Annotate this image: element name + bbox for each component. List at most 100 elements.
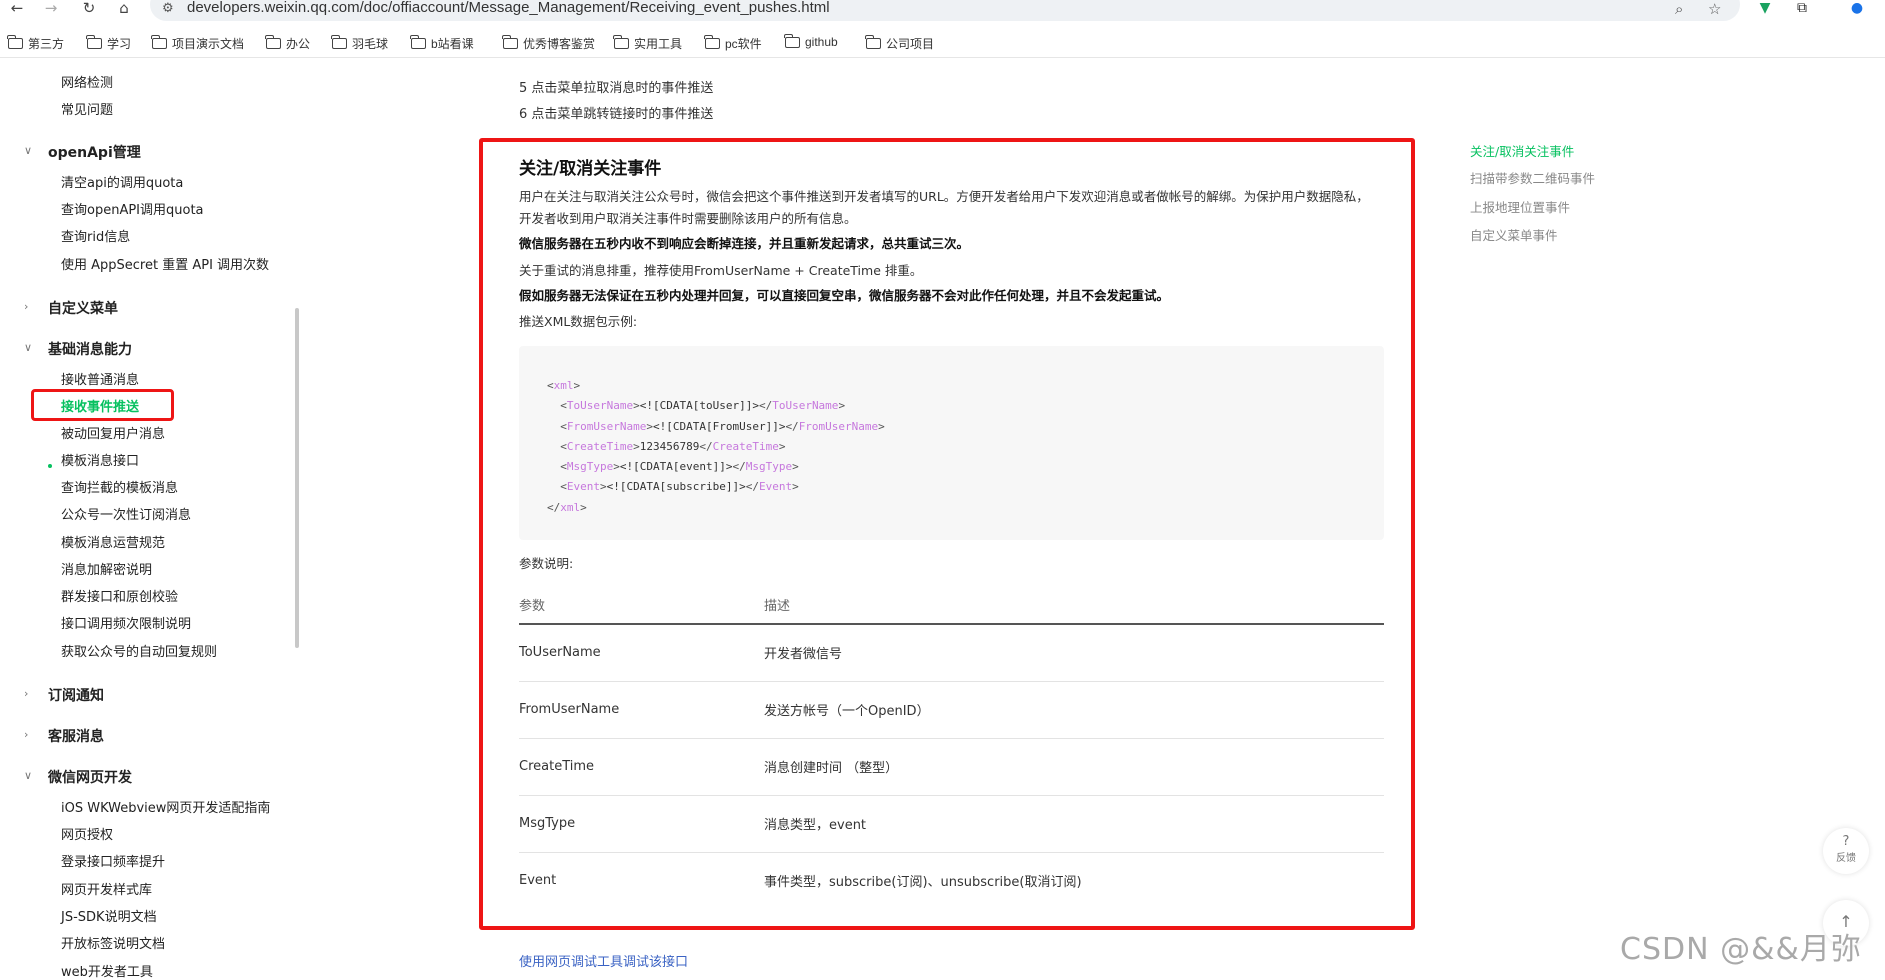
- vue-extension-icon[interactable]: ▼: [1756, 0, 1774, 16]
- sidebar-scrollbar[interactable]: [295, 308, 299, 648]
- paragraph-line: 开发者收到用户取消关注事件时需要删除该用户的所有信息。: [519, 211, 857, 226]
- feedback-button[interactable]: ? 反馈: [1823, 828, 1869, 874]
- chevron-down-icon[interactable]: ∨: [24, 341, 32, 354]
- toc-item-active[interactable]: 关注/取消关注事件: [1470, 141, 1574, 160]
- folder-icon: [151, 35, 167, 49]
- bookmark-folder[interactable]: 实用工具: [613, 35, 682, 52]
- sidebar-group-web[interactable]: 微信网页开发: [48, 767, 132, 787]
- chevron-right-icon[interactable]: ›: [24, 728, 28, 741]
- table-cell: 消息类型，event: [764, 795, 1384, 853]
- folder-icon: [331, 35, 347, 49]
- list-item[interactable]: 6 点击菜单跳转链接时的事件推送: [519, 103, 713, 122]
- sidebar-item[interactable]: 网络检测: [61, 72, 113, 91]
- xml-tag: xml: [560, 500, 581, 514]
- sidebar-item[interactable]: 网页开发样式库: [61, 879, 152, 898]
- xml-code-block: <xml> <ToUserName><![CDATA[toUser]]></To…: [519, 346, 1384, 540]
- xml-value: <![CDATA[FromUser]]>: [652, 419, 786, 433]
- chevron-down-icon[interactable]: ∨: [24, 144, 32, 157]
- chevron-right-icon[interactable]: ›: [24, 300, 28, 313]
- url-text[interactable]: developers.weixin.qq.com/doc/offiaccount…: [187, 0, 830, 16]
- sidebar-item[interactable]: 模板消息接口: [61, 450, 139, 469]
- sidebar-item[interactable]: iOS WKWebview网页开发适配指南: [61, 797, 270, 816]
- bookmark-folder[interactable]: 第三方: [7, 35, 64, 52]
- folder-icon: [86, 35, 102, 49]
- section-title: 关注/取消关注事件: [519, 159, 662, 179]
- sidebar-group-openapi[interactable]: openApi管理: [48, 142, 141, 162]
- bookmark-folder[interactable]: github: [784, 33, 838, 49]
- list-item[interactable]: 5 点击菜单拉取消息时的事件推送: [519, 77, 713, 96]
- sidebar-item[interactable]: 模板消息运营规范: [61, 532, 165, 551]
- paragraph-line: 用户在关注与取消关注公众号时，微信会把这个事件推送到开发者填写的URL。方便开发…: [519, 189, 1369, 204]
- sidebar-item[interactable]: 接口调用频次限制说明: [61, 613, 191, 632]
- code-line: <ToUserName><![CDATA[toUser]]></ToUserNa…: [560, 399, 846, 413]
- sidebar-item[interactable]: 登录接口频率提升: [61, 851, 165, 870]
- xml-value: <![CDATA[event]]>: [619, 460, 733, 474]
- home-icon[interactable]: ⌂: [113, 0, 135, 20]
- extensions-icon[interactable]: ⧉: [1793, 0, 1811, 16]
- xml-value: <![CDATA[toUser]]>: [639, 399, 759, 413]
- sidebar-group-basic[interactable]: 基础消息能力: [48, 339, 132, 359]
- xml-tag: FromUserName: [798, 419, 879, 433]
- table-header: 参数: [519, 586, 764, 625]
- sidebar-item[interactable]: 消息加解密说明: [61, 559, 152, 578]
- sidebar-group-service[interactable]: 客服消息: [48, 726, 104, 746]
- reload-icon[interactable]: ↻: [78, 0, 100, 20]
- active-indicator: [48, 464, 52, 468]
- folder-icon: [613, 35, 629, 49]
- bookmark-folder[interactable]: pc软件: [704, 35, 762, 52]
- sidebar-item[interactable]: 群发接口和原创校验: [61, 586, 178, 605]
- highlight-box-sidebar: [31, 389, 174, 421]
- chevron-down-icon[interactable]: ∨: [24, 769, 32, 782]
- bookmark-folder[interactable]: 羽毛球: [331, 35, 388, 52]
- sidebar-item[interactable]: 公众号一次性订阅消息: [61, 504, 191, 523]
- debug-tool-link[interactable]: 使用网页调试工具调试该接口: [519, 951, 688, 970]
- sidebar-item[interactable]: 常见问题: [61, 99, 113, 118]
- sidebar-item[interactable]: 查询rid信息: [61, 226, 130, 245]
- table-cell: CreateTime: [519, 738, 764, 796]
- sidebar-item[interactable]: 获取公众号的自动回复规则: [61, 641, 217, 660]
- xml-tag: ToUserName: [566, 399, 634, 413]
- browser-address-row: ← → ↻ ⌂ ⚙ developers.weixin.qq.com/doc/o…: [0, 0, 1885, 24]
- back-icon[interactable]: ←: [6, 0, 28, 20]
- params-caption: 参数说明:: [519, 556, 574, 571]
- site-info-icon[interactable]: ⚙: [162, 1, 174, 16]
- folder-icon: [410, 35, 426, 49]
- table-header: 描述: [764, 586, 1384, 625]
- sidebar-item[interactable]: web开发者工具: [61, 961, 153, 980]
- params-table: 参数 描述 ToUserName 开发者微信号 FromUserName 发送方帐号…: [519, 586, 1384, 909]
- sidebar-group-subscribe[interactable]: 订阅通知: [48, 685, 104, 705]
- sidebar-item[interactable]: 开放标签说明文档: [61, 933, 165, 952]
- bookmark-folder[interactable]: 学习: [86, 35, 131, 52]
- zoom-icon[interactable]: ⌕: [1675, 0, 1683, 18]
- table-cell: FromUserName: [519, 681, 764, 739]
- xml-tag: Event: [566, 480, 600, 494]
- toc-item[interactable]: 扫描带参数二维码事件: [1470, 168, 1595, 187]
- sidebar-item[interactable]: JS-SDK说明文档: [61, 906, 157, 925]
- bookmark-folder[interactable]: 项目演示文档: [151, 35, 244, 52]
- sidebar-item[interactable]: 查询拦截的模板消息: [61, 477, 178, 496]
- chevron-right-icon[interactable]: ›: [24, 687, 28, 700]
- sidebar-item[interactable]: 清空api的调用quota: [61, 172, 183, 191]
- bookmark-folder[interactable]: 办公: [265, 35, 310, 52]
- sidebar-group-menu[interactable]: 自定义菜单: [48, 298, 118, 318]
- table-cell: 开发者微信号: [764, 624, 1384, 682]
- bookmark-folder[interactable]: b站看课: [410, 35, 474, 52]
- sidebar-item[interactable]: 被动回复用户消息: [61, 423, 165, 442]
- star-icon[interactable]: ☆: [1708, 0, 1721, 18]
- sidebar-item[interactable]: 接收普通消息: [61, 369, 139, 388]
- sidebar-item[interactable]: 网页授权: [61, 824, 113, 843]
- folder-icon: [7, 35, 23, 49]
- profile-icon[interactable]: ●: [1848, 0, 1866, 16]
- folder-icon: [704, 35, 720, 49]
- sidebar-item[interactable]: 查询openAPI调用quota: [61, 199, 204, 218]
- toc-item[interactable]: 上报地理位置事件: [1470, 197, 1570, 216]
- code-line: <MsgType><![CDATA[event]]></MsgType>: [560, 460, 799, 474]
- toc-item[interactable]: 自定义菜单事件: [1470, 225, 1558, 244]
- folder-icon: [784, 33, 800, 48]
- forward-icon[interactable]: →: [40, 0, 62, 20]
- bookmark-folder[interactable]: 优秀博客鉴赏: [502, 35, 595, 52]
- sidebar-item[interactable]: 使用 AppSecret 重置 API 调用次数: [61, 254, 269, 273]
- table-row: MsgType 消息类型，event: [519, 795, 1384, 853]
- xml-tag: Event: [758, 480, 793, 494]
- bookmark-folder[interactable]: 公司项目: [865, 35, 934, 52]
